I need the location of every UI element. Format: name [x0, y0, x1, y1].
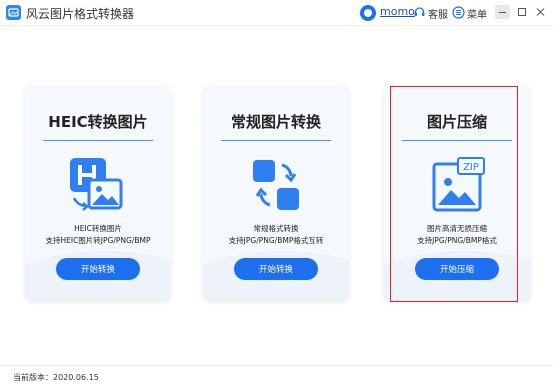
convert-arrows-icon	[253, 160, 299, 210]
user-avatar-icon[interactable]	[360, 5, 376, 21]
heic-file-icon	[70, 158, 123, 211]
normal-start-convert-button[interactable]: 开始转换	[234, 258, 318, 280]
app-logo-icon	[6, 5, 21, 20]
user-name-link[interactable]: momo	[380, 5, 415, 18]
heic-start-convert-button[interactable]: 开始转换	[56, 258, 140, 280]
status-bar: 当前版本：2020.06.15	[0, 365, 553, 389]
normal-convert-card[interactable]: 常规图片转换 常规格式转换 支持JPG/PNG/BMP格式互转 开始转换	[203, 86, 349, 301]
headset-icon[interactable]	[413, 6, 426, 19]
card-support-formats: 支持JPG/PNG/BMP格式互转	[228, 236, 324, 245]
card-divider	[221, 140, 331, 141]
selection-highlight-frame	[390, 86, 518, 302]
version-label: 当前版本：2020.06.15	[13, 373, 99, 382]
minimize-button[interactable]	[495, 5, 510, 19]
card-divider	[43, 140, 153, 141]
card-description: 常规格式转换	[253, 224, 299, 233]
app-title: 风云图片格式转换器	[26, 7, 135, 21]
title-bar: 风云图片格式转换器 momo 客服 菜单	[0, 0, 553, 26]
card-title: HEIC转换图片	[48, 113, 148, 131]
menu-icon[interactable]	[452, 6, 465, 19]
card-title: 常规图片转换	[230, 113, 321, 131]
heic-convert-card[interactable]: HEIC转换图片 HEIC转换图片 支持HEIC图片转JPG/PNG/BMP 开…	[25, 86, 171, 301]
close-button[interactable]	[533, 5, 548, 19]
customer-service-button[interactable]: 客服	[428, 6, 448, 21]
maximize-button[interactable]	[514, 5, 529, 19]
menu-button[interactable]: 菜单	[467, 6, 487, 21]
card-description: HEIC转换图片	[74, 224, 122, 233]
card-support-formats: 支持HEIC图片转JPG/PNG/BMP	[45, 236, 151, 245]
